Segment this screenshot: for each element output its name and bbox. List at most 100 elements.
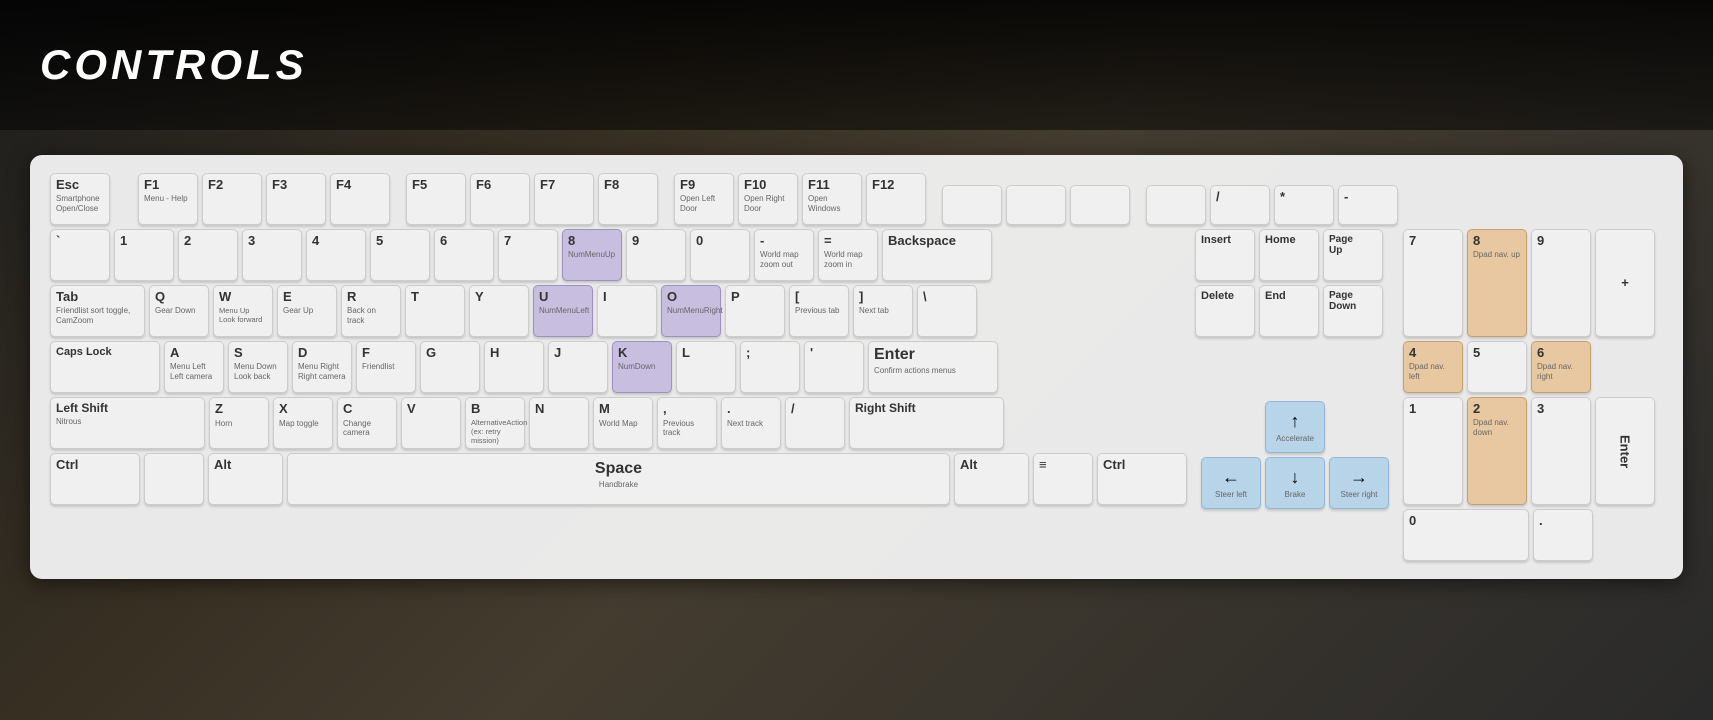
key-j[interactable]: J: [548, 341, 608, 393]
key-f9[interactable]: F9 Open Left Door: [674, 173, 734, 225]
key-enter[interactable]: Enter Confirm actions menus: [868, 341, 998, 393]
key-num8[interactable]: 8 Dpad nav. up: [1467, 229, 1527, 337]
key-num1[interactable]: 1: [1403, 397, 1463, 505]
key-f10[interactable]: F10 Open Right Door: [738, 173, 798, 225]
key-arrow-left[interactable]: ← Steer left: [1201, 457, 1261, 509]
key-f12[interactable]: F12: [866, 173, 926, 225]
key-pause[interactable]: [1070, 185, 1130, 225]
key-x[interactable]: X Map toggle: [273, 397, 333, 449]
key-backspace[interactable]: Backspace: [882, 229, 992, 281]
key-u-nummenu[interactable]: U NumMenuLeft: [533, 285, 593, 337]
key-num2[interactable]: 2 Dpad nav. down: [1467, 397, 1527, 505]
key-ctrl-l[interactable]: Ctrl: [50, 453, 140, 505]
key-c[interactable]: C Change camera: [337, 397, 397, 449]
key-home[interactable]: Home: [1259, 229, 1319, 281]
key-d[interactable]: D Menu Right Right camera: [292, 341, 352, 393]
key-y[interactable]: Y: [469, 285, 529, 337]
key-menu[interactable]: ≡: [1033, 453, 1093, 505]
key-a[interactable]: A Menu Left Left camera: [164, 341, 224, 393]
key-grave[interactable]: `: [50, 229, 110, 281]
key-z[interactable]: Z Horn: [209, 397, 269, 449]
key-6[interactable]: 6: [434, 229, 494, 281]
key-num0[interactable]: 0: [1403, 509, 1529, 561]
key-num-minus[interactable]: -: [1338, 185, 1398, 225]
key-end[interactable]: End: [1259, 285, 1319, 337]
key-rshift[interactable]: Right Shift: [849, 397, 1004, 449]
key-f5[interactable]: F5: [406, 173, 466, 225]
key-space[interactable]: Space Handbrake: [287, 453, 950, 505]
key-alt-l[interactable]: Alt: [208, 453, 283, 505]
key-capslock[interactable]: Caps Lock: [50, 341, 160, 393]
key-numdot[interactable]: .: [1533, 509, 1593, 561]
key-8-nummenuup[interactable]: 8 NumMenuUp: [562, 229, 622, 281]
key-num-slash[interactable]: /: [1210, 185, 1270, 225]
key-g[interactable]: G: [420, 341, 480, 393]
key-t[interactable]: T: [405, 285, 465, 337]
key-w[interactable]: W Menu Up Look forward: [213, 285, 273, 337]
key-s[interactable]: S Menu Down Look back: [228, 341, 288, 393]
key-5[interactable]: 5: [370, 229, 430, 281]
key-i[interactable]: I: [597, 285, 657, 337]
key-num6[interactable]: 6 Dpad nav. right: [1531, 341, 1591, 393]
key-num9[interactable]: 9: [1531, 229, 1591, 337]
key-f3[interactable]: F3: [266, 173, 326, 225]
key-numplus[interactable]: +: [1595, 229, 1655, 337]
key-l[interactable]: L: [676, 341, 736, 393]
key-0[interactable]: 0: [690, 229, 750, 281]
key-minus[interactable]: - World map zoom out: [754, 229, 814, 281]
key-f1[interactable]: F1 Menu - Help: [138, 173, 198, 225]
key-n[interactable]: N: [529, 397, 589, 449]
key-esc[interactable]: Esc Smartphone Open/Close: [50, 173, 110, 225]
key-num-enter[interactable]: Enter: [1595, 397, 1655, 505]
key-lbracket[interactable]: [ Previous tab: [789, 285, 849, 337]
key-num5[interactable]: 5: [1467, 341, 1527, 393]
key-slash[interactable]: /: [785, 397, 845, 449]
key-prtsc[interactable]: [942, 185, 1002, 225]
key-7[interactable]: 7: [498, 229, 558, 281]
key-2[interactable]: 2: [178, 229, 238, 281]
key-m[interactable]: M World Map: [593, 397, 653, 449]
key-q[interactable]: Q Gear Down: [149, 285, 209, 337]
key-4[interactable]: 4: [306, 229, 366, 281]
key-num4[interactable]: 4 Dpad nav. left: [1403, 341, 1463, 393]
key-delete[interactable]: Delete: [1195, 285, 1255, 337]
key-1[interactable]: 1: [114, 229, 174, 281]
key-arrow-right[interactable]: → Steer right: [1329, 457, 1389, 509]
key-lshift[interactable]: Left Shift Nitrous: [50, 397, 205, 449]
key-ctrl-r[interactable]: Ctrl: [1097, 453, 1187, 505]
key-f2[interactable]: F2: [202, 173, 262, 225]
key-comma[interactable]: , Previous track: [657, 397, 717, 449]
key-semicolon[interactable]: ;: [740, 341, 800, 393]
key-rbracket[interactable]: ] Next tab: [853, 285, 913, 337]
key-arrow-up[interactable]: ↑ Accelerate: [1265, 401, 1325, 453]
key-f11[interactable]: F11 Open Windows: [802, 173, 862, 225]
key-scroll[interactable]: [1006, 185, 1066, 225]
key-arrow-down[interactable]: ↓ Brake: [1265, 457, 1325, 509]
key-o-nummenu[interactable]: O NumMenuRight: [661, 285, 721, 337]
key-e[interactable]: E Gear Up: [277, 285, 337, 337]
key-num-star[interactable]: *: [1274, 185, 1334, 225]
key-f7[interactable]: F7: [534, 173, 594, 225]
key-9[interactable]: 9: [626, 229, 686, 281]
key-f6[interactable]: F6: [470, 173, 530, 225]
key-p[interactable]: P: [725, 285, 785, 337]
key-alt-r[interactable]: Alt: [954, 453, 1029, 505]
key-h[interactable]: H: [484, 341, 544, 393]
key-win-l[interactable]: [144, 453, 204, 505]
key-equals[interactable]: = World map zoom in: [818, 229, 878, 281]
key-pagedown[interactable]: Page Down: [1323, 285, 1383, 337]
key-r[interactable]: R Back on track: [341, 285, 401, 337]
key-num3[interactable]: 3: [1531, 397, 1591, 505]
key-pageup[interactable]: Page Up: [1323, 229, 1383, 281]
key-f[interactable]: F Friendlist: [356, 341, 416, 393]
key-num7[interactable]: 7: [1403, 229, 1463, 337]
key-tab[interactable]: Tab Friendlist sort toggle, CamZoom: [50, 285, 145, 337]
key-3[interactable]: 3: [242, 229, 302, 281]
key-backslash[interactable]: \: [917, 285, 977, 337]
key-v[interactable]: V: [401, 397, 461, 449]
key-period[interactable]: . Next track: [721, 397, 781, 449]
key-f8[interactable]: F8: [598, 173, 658, 225]
key-insert[interactable]: Insert: [1195, 229, 1255, 281]
key-quote[interactable]: ': [804, 341, 864, 393]
key-b[interactable]: B AlternativeAction (ex: retry mission): [465, 397, 525, 449]
